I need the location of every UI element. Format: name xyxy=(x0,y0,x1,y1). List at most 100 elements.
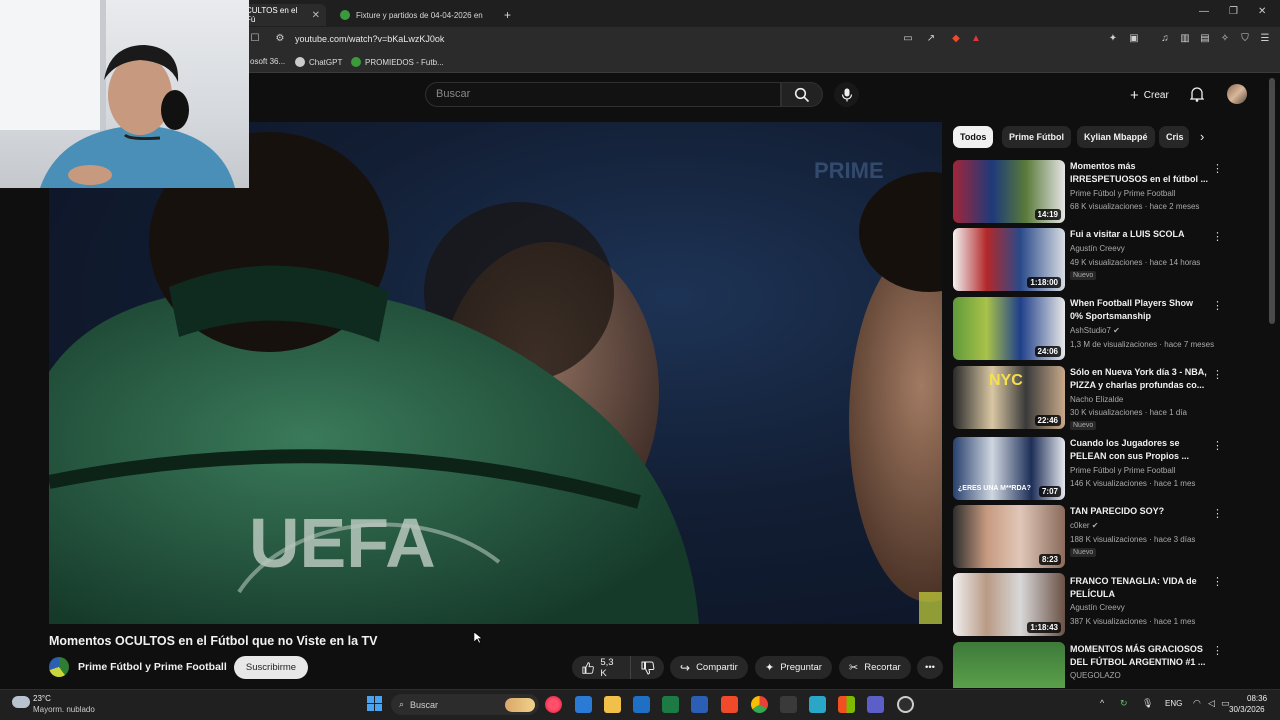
teams-icon[interactable] xyxy=(867,696,884,713)
close-window-icon[interactable]: ✕ xyxy=(1258,6,1266,17)
taskbar-search[interactable]: ⌕ Buscar xyxy=(391,694,539,715)
rec-channel[interactable]: Nacho Elizalde xyxy=(1070,395,1123,404)
leo-ai-icon[interactable]: ✧ xyxy=(1219,33,1231,45)
media-player-icon[interactable] xyxy=(545,696,562,713)
rec-title[interactable]: MOMENTOS MÁS GRACIOSOS DEL FÚTBOL ARGENT… xyxy=(1070,643,1208,669)
app-circle-icon[interactable] xyxy=(897,696,914,713)
recommendation-item[interactable]: 8:23 TAN PARECIDO SOY? c0ker ✔ 188 K vis… xyxy=(953,505,1233,569)
weather-temp[interactable]: 23°C xyxy=(33,694,51,703)
recommendation-item[interactable]: 24:06 When Football Players Show 0% Spor… xyxy=(953,297,1233,361)
video-thumbnail[interactable]: ¿ERES UNA M**RDA? 7:07 xyxy=(953,437,1065,500)
more-vert-icon[interactable]: ⋮ xyxy=(1212,162,1223,175)
file-explorer-icon[interactable] xyxy=(604,696,621,713)
rec-channel[interactable]: Agustín Creevy xyxy=(1070,603,1125,612)
store-icon[interactable] xyxy=(780,696,797,713)
bookmark-office[interactable]: osoft 36... xyxy=(250,57,285,66)
chevron-up-icon[interactable]: ^ xyxy=(1100,698,1104,708)
cast-icon[interactable]: ▭ xyxy=(902,33,914,45)
video-thumbnail[interactable]: 1:18:43 xyxy=(953,573,1065,636)
outlook-icon[interactable] xyxy=(633,696,650,713)
video-player[interactable]: UEFA PRIME xyxy=(49,122,942,624)
rec-title[interactable]: Sólo en Nueva York día 3 - NBA, PIZZA y … xyxy=(1070,366,1208,392)
menu-icon[interactable]: ☰ xyxy=(1259,33,1271,45)
video-thumbnail[interactable]: NYC 22:46 xyxy=(953,366,1065,429)
screenshot-icon[interactable]: ▣ xyxy=(1128,33,1140,45)
rec-channel[interactable]: Prime Fútbol y Prime Football xyxy=(1070,189,1175,198)
wallet-icon[interactable]: ▤ xyxy=(1199,33,1211,45)
tab-fixture[interactable]: Fixture y partidos de 04-04-2026 en xyxy=(334,4,494,26)
create-button[interactable]: + Crear xyxy=(1124,84,1175,106)
chevron-right-icon[interactable]: › xyxy=(1200,129,1204,144)
app-icon[interactable] xyxy=(809,696,826,713)
rec-channel[interactable]: AshStudio7 ✔ xyxy=(1070,326,1120,335)
rec-channel[interactable]: QUEGOLAZO xyxy=(1070,671,1121,680)
voice-search-button[interactable] xyxy=(834,82,859,107)
chip-kylian-mbappe[interactable]: Kylian Mbappé xyxy=(1077,126,1155,148)
rec-title[interactable]: Momentos más IRRESPETUOSOS en el fútbol … xyxy=(1070,160,1208,186)
language-indicator[interactable]: ENG xyxy=(1165,699,1182,708)
more-vert-icon[interactable]: ⋮ xyxy=(1212,507,1223,520)
more-vert-icon[interactable]: ⋮ xyxy=(1212,299,1223,312)
word-icon[interactable] xyxy=(691,696,708,713)
rec-title[interactable]: When Football Players Show 0% Sportsmans… xyxy=(1070,297,1208,323)
more-actions-button[interactable]: ••• xyxy=(917,656,943,679)
cloud-weather-icon[interactable] xyxy=(12,696,30,708)
brave-browser-icon[interactable] xyxy=(721,696,738,713)
bookmark-chatgpt[interactable]: ChatGPT xyxy=(295,57,342,67)
video-thumbnail[interactable]: 14:19 xyxy=(953,160,1065,223)
site-info-icon[interactable]: ⚙ xyxy=(274,33,286,45)
extensions-icon[interactable]: ✦ xyxy=(1107,33,1119,45)
vpn-icon[interactable]: ⛉ xyxy=(1239,33,1251,45)
video-thumbnail[interactable]: 8:23 xyxy=(953,505,1065,568)
rec-title[interactable]: Fui a visitar a LUIS SCOLA xyxy=(1070,228,1208,241)
notifications-button[interactable] xyxy=(1189,86,1205,107)
clip-button[interactable]: ✂ Recortar xyxy=(839,656,911,679)
more-vert-icon[interactable]: ⋮ xyxy=(1212,575,1223,588)
like-button[interactable]: 5,3 K xyxy=(572,656,630,679)
video-thumbnail[interactable]: 24:06 xyxy=(953,297,1065,360)
video-thumbnail[interactable]: 1:18:00 xyxy=(953,228,1065,291)
music-icon[interactable]: ♫ xyxy=(1159,33,1171,45)
clock-date[interactable]: 30/3/2026 xyxy=(1229,705,1265,714)
video-thumbnail[interactable] xyxy=(953,642,1065,688)
volume-icon[interactable]: ◁ xyxy=(1208,698,1215,709)
subscribe-button[interactable]: Suscribirme xyxy=(234,656,308,679)
more-vert-icon[interactable]: ⋮ xyxy=(1212,439,1223,452)
more-vert-icon[interactable]: ⋮ xyxy=(1212,368,1223,381)
wifi-icon[interactable]: ◠ xyxy=(1193,698,1201,709)
recommendation-item[interactable]: NYC 22:46 Sólo en Nueva York día 3 - NBA… xyxy=(953,366,1233,430)
url-field[interactable]: youtube.com/watch?v=bKaLwzKJ0ok xyxy=(295,34,444,44)
restore-icon[interactable]: ❐ xyxy=(1229,6,1238,17)
sidebar-icon[interactable]: ▥ xyxy=(1179,33,1191,45)
rec-channel[interactable]: Prime Fútbol y Prime Football xyxy=(1070,466,1175,475)
chrome-icon[interactable] xyxy=(751,696,768,713)
chip-todos[interactable]: Todos xyxy=(953,126,994,148)
chip-cristiano[interactable]: Cris xyxy=(1159,126,1189,148)
new-tab-button[interactable]: + xyxy=(498,4,517,26)
more-vert-icon[interactable]: ⋮ xyxy=(1212,230,1223,243)
bookmark-promiedos[interactable]: PROMIEDOS - Futb... xyxy=(351,57,444,67)
recommendation-item[interactable]: ¿ERES UNA M**RDA? 7:07 Cuando los Jugado… xyxy=(953,437,1233,501)
vscode-icon[interactable] xyxy=(575,696,592,713)
dislike-button[interactable] xyxy=(630,656,664,679)
clock-time[interactable]: 08:36 xyxy=(1247,694,1267,703)
bookmark-icon[interactable]: ☐ xyxy=(249,33,261,45)
share-button[interactable]: ↪ Compartir xyxy=(670,656,748,679)
channel-avatar[interactable] xyxy=(49,657,69,677)
microphone-tray-icon[interactable]: 🎙 xyxy=(1142,698,1153,709)
sync-icon[interactable]: ↻ xyxy=(1120,698,1128,709)
avatar[interactable] xyxy=(1227,84,1247,104)
minimize-icon[interactable]: — xyxy=(1199,6,1209,17)
windows-start-icon[interactable] xyxy=(367,696,383,712)
more-vert-icon[interactable]: ⋮ xyxy=(1212,644,1223,657)
weather-desc[interactable]: Mayorm. nublado xyxy=(33,705,95,714)
search-button[interactable] xyxy=(781,82,823,107)
recommendation-item[interactable]: 1:18:43 FRANCO TENAGLIA: VIDA de PELÍCUL… xyxy=(953,573,1233,637)
ask-button[interactable]: ✦ Preguntar xyxy=(755,656,832,679)
tab-youtube[interactable]: CULTOS en el Fú ✕ xyxy=(240,4,326,26)
brave-rewards-icon[interactable]: ▲ xyxy=(970,33,982,45)
recommendation-item[interactable]: 1:18:00 Fui a visitar a LUIS SCOLA Agust… xyxy=(953,228,1233,292)
scrollbar-thumb[interactable] xyxy=(1269,78,1275,324)
close-tab-icon[interactable]: ✕ xyxy=(312,10,320,21)
rec-title[interactable]: FRANCO TENAGLIA: VIDA de PELÍCULA xyxy=(1070,575,1208,601)
